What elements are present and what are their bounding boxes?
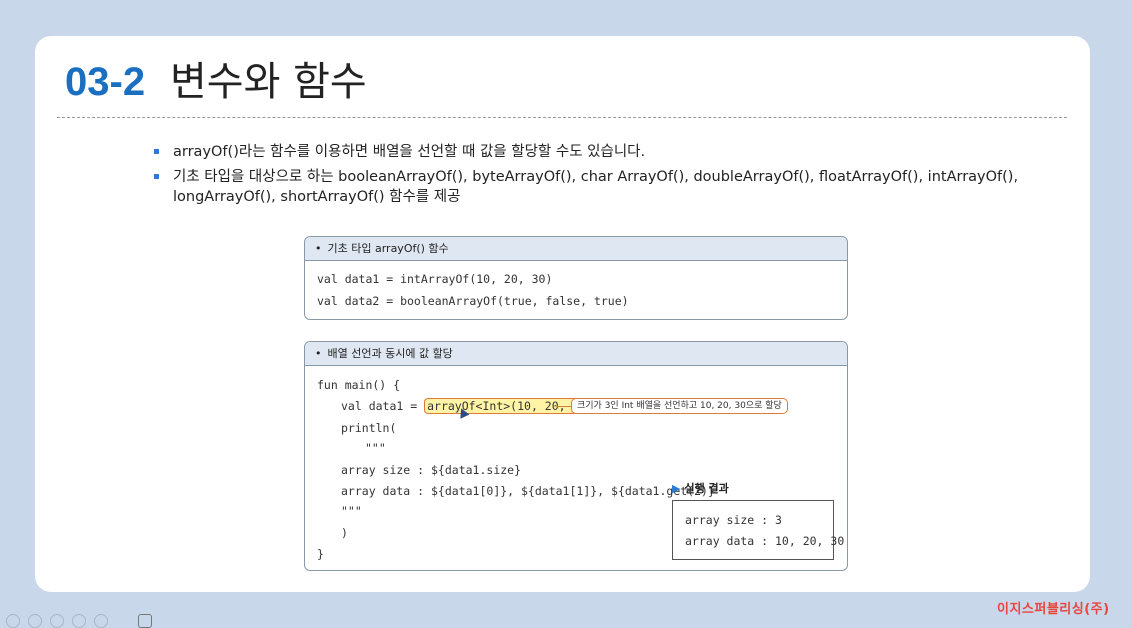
annotation-connector [557,406,571,407]
code-line: val data2 = booleanArrayOf(true, false, … [317,294,629,308]
bullet-list: arrayOf()라는 함수를 이용하면 배열을 선언할 때 값을 할당할 수도… [152,142,1072,212]
title-divider [57,117,1067,118]
code-box-basic-types: • 기초 타입 arrayOf() 함수 val data1 = intArray… [304,236,848,320]
bullet-dot-icon: • [315,242,322,255]
section-number: 03-2 [65,60,146,104]
code-text: val data1 = [341,399,425,413]
code-line: array data : ${data1[0]}, ${data1[1]}, $… [341,484,715,498]
bullet-dot-icon: • [315,347,322,360]
code-box-header: • 배열 선언과 동시에 값 할당 [305,342,847,366]
result-output-box: array size : 3 array data : 10, 20, 30 [672,500,844,560]
code-box-array-assign: • 배열 선언과 동시에 값 할당 fun main() { val data1 … [304,341,848,571]
code-line: val data1 = intArrayOf(10, 20, 30) [317,272,553,286]
page-title: 변수와 함수 [170,59,367,105]
bullet-item: arrayOf()라는 함수를 이용하면 배열을 선언할 때 값을 할당할 수도… [152,142,1072,162]
code-line: array size : ${data1.size} [341,463,522,477]
bullet-text: arrayOf()라는 함수를 이용하면 배열을 선언할 때 값을 할당할 수도… [173,144,646,160]
code-line: println( [341,421,397,435]
output-line: array size : 3 [685,513,782,527]
bullet-item: 기초 타입을 대상으로 하는 booleanArrayOf(), byteArr… [152,167,1072,207]
output-line: array data : 10, 20, 30 [685,534,845,548]
code-line: fun main() { [317,378,401,392]
result-label: ▶ 실행 결과 [672,480,729,496]
bullet-square-icon [154,174,159,179]
code-line: """ [365,441,386,455]
code-line: ) [341,526,348,540]
annotation-note: 크기가 3인 Int 배열을 선언하고 10, 20, 30으로 할당 [571,398,788,414]
code-box-title: 배열 선언과 동시에 값 할당 [327,347,453,360]
slide-card: 03-2 변수와 함수 arrayOf()라는 함수를 이용하면 배열을 선언할… [35,36,1090,592]
code-box-title: 기초 타입 arrayOf() 함수 [327,242,449,255]
result-label-text: 실행 결과 [684,482,729,495]
bullet-square-icon [154,149,159,154]
presentation-toolbar[interactable] [0,612,170,628]
publisher-logo: 이지스퍼블리싱(주) [997,602,1110,617]
code-box-header: • 기초 타입 arrayOf() 함수 [305,237,847,261]
code-line: """ [341,504,362,518]
code-line: } [317,547,324,561]
play-triangle-icon: ▶ [672,482,681,495]
bullet-text: 기초 타입을 대상으로 하는 booleanArrayOf(), byteArr… [173,169,1019,205]
